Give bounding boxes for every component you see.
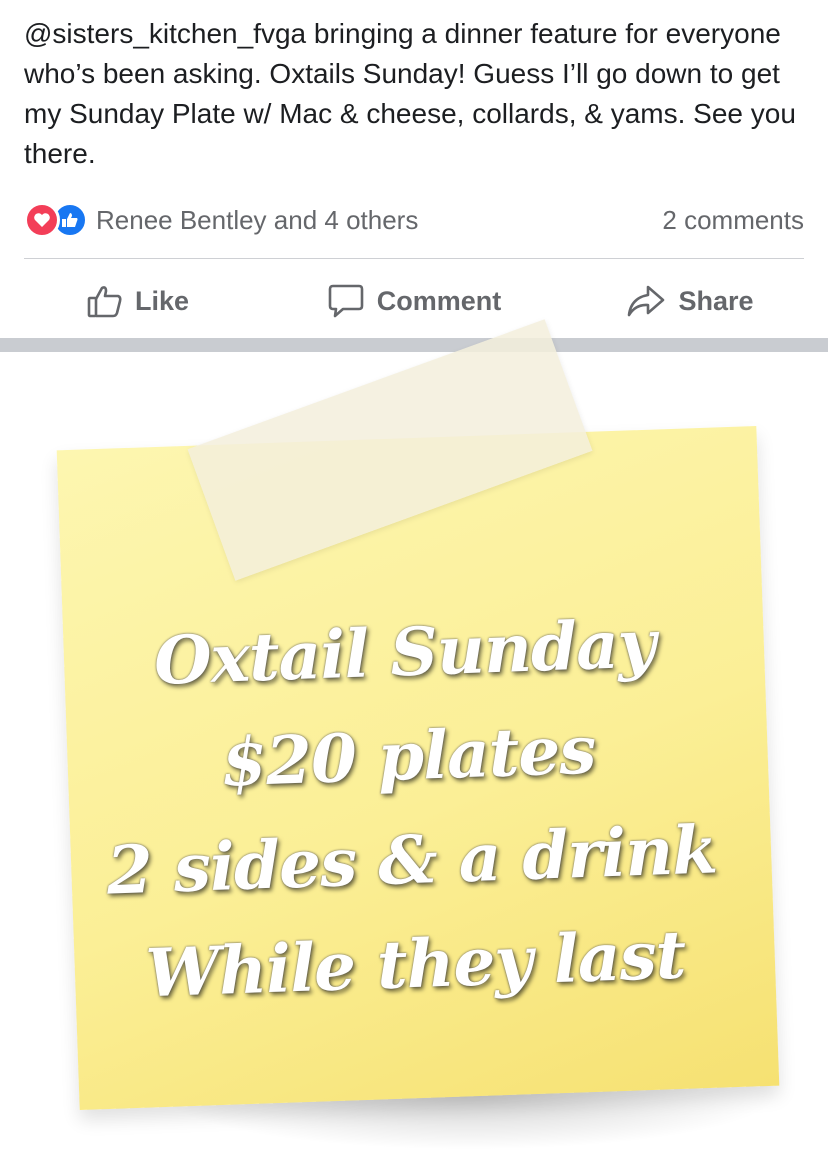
comment-bubble-icon <box>328 284 364 318</box>
reactions-bar: Renee Bentley and 4 others 2 comments <box>24 196 804 244</box>
comment-label: Comment <box>376 285 502 316</box>
like-button[interactable]: Like <box>0 284 276 318</box>
reactions-summary[interactable]: Renee Bentley and 4 others <box>24 202 418 238</box>
heart-icon <box>24 202 60 238</box>
section-separator <box>0 338 828 352</box>
share-label: Share <box>678 285 754 316</box>
divider <box>24 258 804 259</box>
share-button[interactable]: Share <box>552 284 828 318</box>
reactions-summary-text: Renee Bentley and 4 others <box>96 204 419 235</box>
reaction-icons <box>24 202 88 238</box>
comments-count[interactable]: 2 comments <box>662 205 804 236</box>
like-label: Like <box>134 285 190 316</box>
share-arrow-icon <box>628 285 665 317</box>
comment-button[interactable]: Comment <box>276 283 552 319</box>
post-text: @sisters_kitchen_fvga bringing a dinner … <box>24 18 796 169</box>
thumbs-up-icon <box>87 286 122 318</box>
action-bar: Like Comment Share <box>0 268 828 334</box>
note-text: Oxtail Sunday $20 plates 2 sides & a dri… <box>83 589 737 1027</box>
